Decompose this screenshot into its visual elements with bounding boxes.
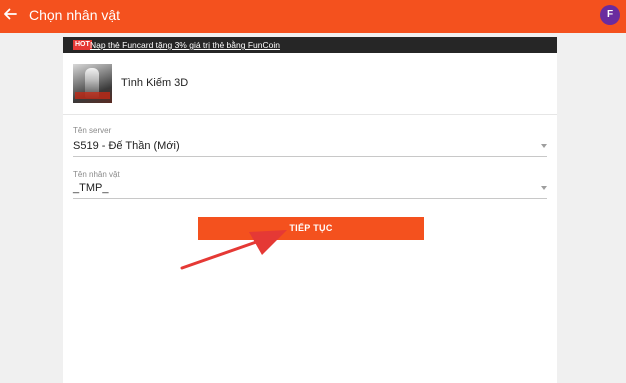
avatar[interactable]: F xyxy=(600,5,620,25)
character-select[interactable]: _TMP_ xyxy=(73,180,547,199)
select-character-card: HOT Nạp thẻ Funcard tặng 3% giá trị thẻ … xyxy=(63,37,557,383)
promo-link[interactable]: Nạp thẻ Funcard tặng 3% giá trị thẻ bằng… xyxy=(90,38,280,52)
game-thumbnail xyxy=(73,64,112,103)
server-field-label: Tên server xyxy=(73,126,112,135)
caret-down-icon xyxy=(541,144,547,148)
promo-banner: HOT Nạp thẻ Funcard tặng 3% giá trị thẻ … xyxy=(63,37,557,53)
server-select-value: S519 - Đế Thần (Mới) xyxy=(73,140,180,152)
character-select-value: _TMP_ xyxy=(73,182,109,194)
continue-button[interactable]: TIẾP TỤC xyxy=(198,217,424,240)
page-title: Chọn nhân vật xyxy=(29,7,121,23)
caret-down-icon xyxy=(541,186,547,190)
app-bar: Chọn nhân vật F xyxy=(0,0,626,33)
arrow-left-icon[interactable] xyxy=(3,7,17,21)
divider xyxy=(63,114,557,115)
hot-badge: HOT xyxy=(73,40,92,50)
server-select[interactable]: S519 - Đế Thần (Mới) xyxy=(73,138,547,157)
game-name: Tình Kiếm 3D xyxy=(121,77,189,89)
game-logo-mark xyxy=(75,92,110,99)
character-field-label: Tên nhân vật xyxy=(73,170,120,179)
